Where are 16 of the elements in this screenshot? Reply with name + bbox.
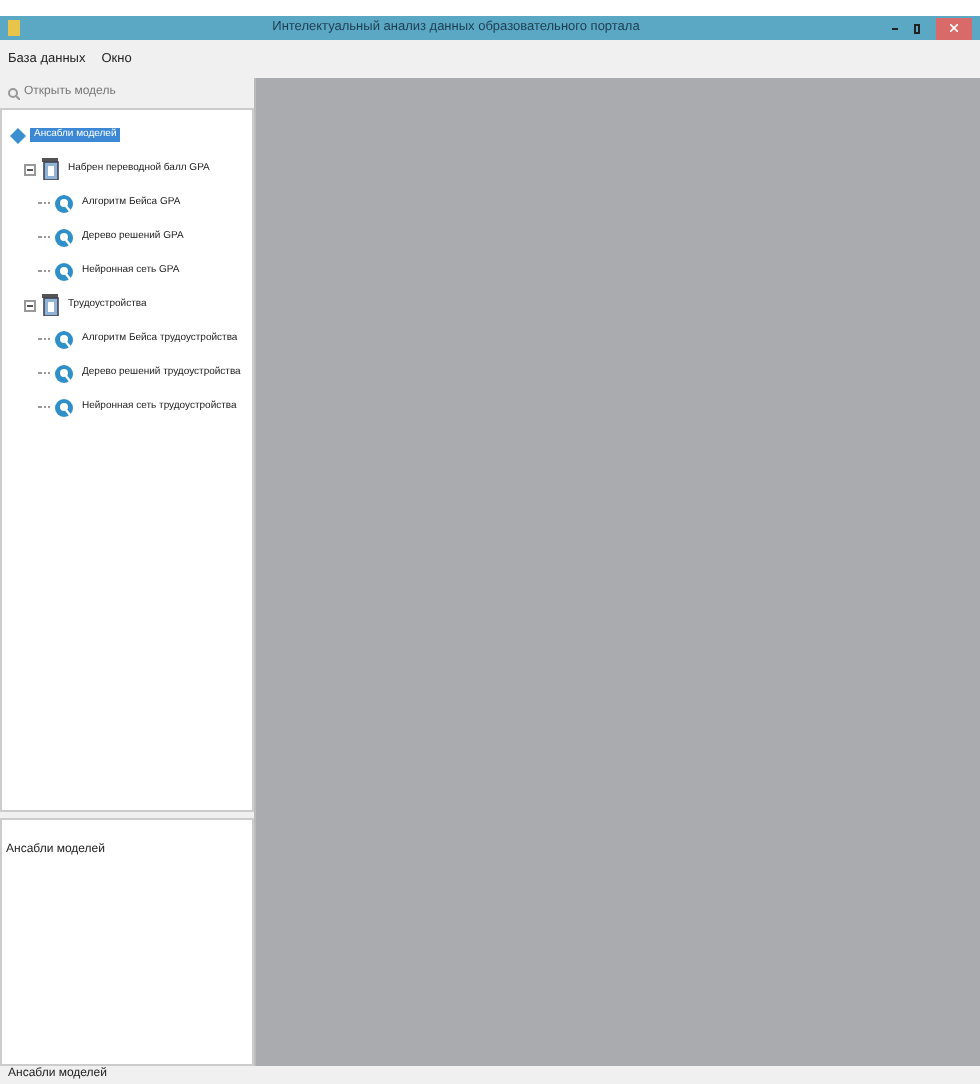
database-icon xyxy=(40,294,60,316)
magnifier-icon xyxy=(54,363,74,383)
magnifier-icon xyxy=(54,261,74,281)
close-button[interactable] xyxy=(936,17,972,39)
magnifier-icon xyxy=(54,193,74,213)
diamond-icon xyxy=(10,127,26,143)
collapse-toggle-icon[interactable] xyxy=(24,299,36,311)
magnifier-icon xyxy=(54,397,74,417)
close-icon xyxy=(950,24,958,32)
database-icon xyxy=(40,158,60,180)
maximize-icon[interactable] xyxy=(914,23,920,33)
collapse-toggle-icon[interactable] xyxy=(24,163,36,175)
magnifier-icon xyxy=(54,227,74,247)
search-icon xyxy=(8,87,20,99)
magnifier-icon xyxy=(54,329,74,349)
app-icon xyxy=(8,20,20,36)
